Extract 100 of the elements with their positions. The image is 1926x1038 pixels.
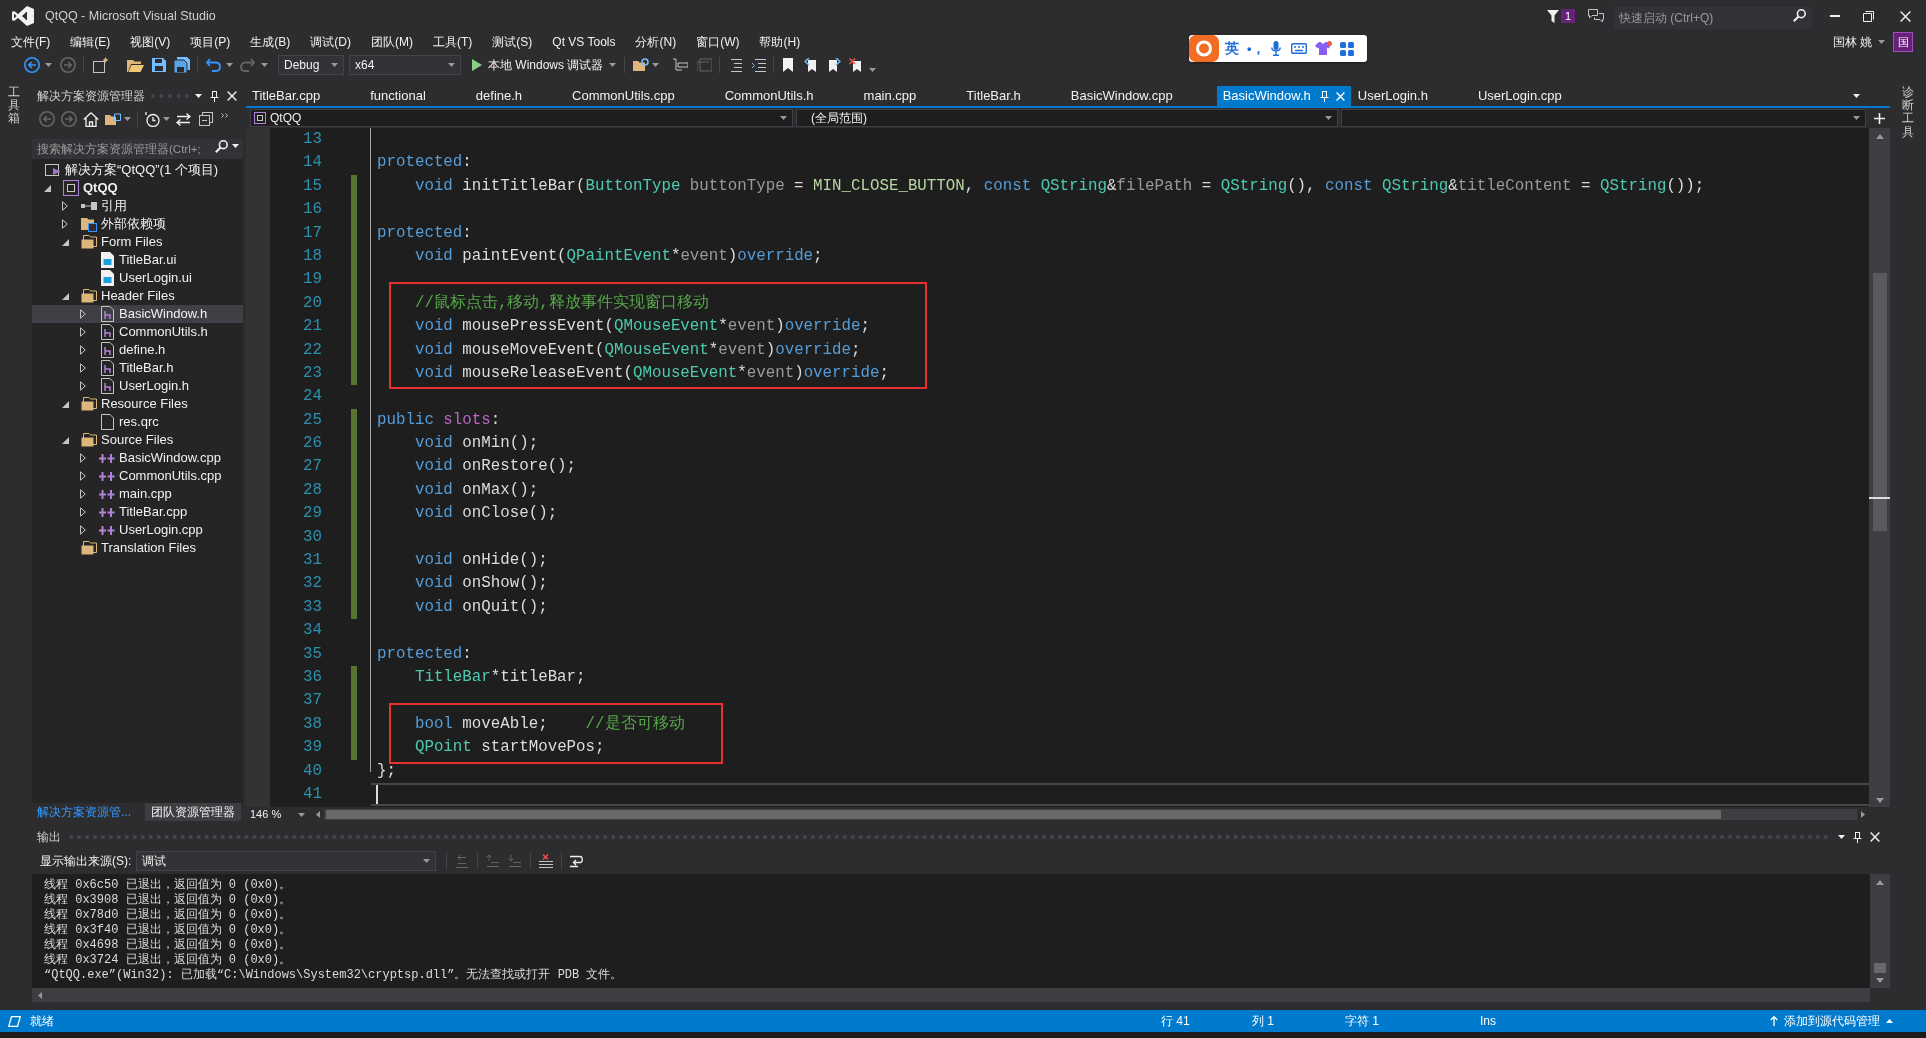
menu-item[interactable]: 文件(F): [1, 32, 61, 52]
menu-item[interactable]: 项目(P): [180, 32, 241, 52]
previous-bookmark-icon[interactable]: [804, 58, 819, 72]
shirt-icon[interactable]: [1314, 41, 1332, 56]
play-icon[interactable]: [472, 59, 482, 71]
tree-item[interactable]: main.cpp: [75, 485, 176, 503]
editor-tab[interactable]: TitleBar.cpp: [246, 86, 327, 106]
editor-tab[interactable]: CommonUtils.cpp: [566, 86, 681, 106]
search-icon[interactable]: [1793, 9, 1806, 22]
tree-item[interactable]: CommonUtils.h: [75, 323, 212, 341]
editor-tab[interactable]: functional: [364, 86, 432, 106]
new-project-icon[interactable]: [93, 57, 109, 73]
collapse-all-icon[interactable]: [199, 112, 213, 126]
scroll-right-icon[interactable]: [1861, 811, 1865, 818]
tree-item[interactable]: BasicWindow.h: [32, 305, 243, 323]
scrollbar-thumb[interactable]: [1872, 273, 1887, 531]
overflow-icon[interactable]: [221, 112, 228, 118]
search-icon[interactable]: [215, 139, 228, 153]
save-icon[interactable]: [152, 58, 166, 72]
scope-dropdown[interactable]: (全局范围): [796, 109, 1338, 127]
folder-search-icon[interactable]: [633, 57, 650, 73]
scroll-left-icon[interactable]: [316, 811, 320, 818]
clock-icon[interactable]: [145, 111, 160, 127]
caret-icon[interactable]: [869, 68, 877, 72]
zoom-dropdown[interactable]: 146 %: [246, 807, 308, 822]
bookmark-icon[interactable]: [783, 58, 794, 72]
panel-tab[interactable]: 解决方案资源管...: [32, 803, 139, 821]
pin-icon[interactable]: [210, 90, 219, 102]
keyboard-icon[interactable]: [1290, 43, 1307, 54]
account-name[interactable]: 国林 姚: [1832, 33, 1872, 51]
toolbox-tab[interactable]: 工具箱: [7, 86, 20, 126]
caret-icon[interactable]: [652, 63, 660, 67]
tree-item[interactable]: Header Files: [57, 287, 179, 305]
undo-icon[interactable]: [206, 58, 221, 72]
scroll-down-icon[interactable]: [1876, 978, 1884, 983]
clear-bookmarks-icon[interactable]: [849, 58, 864, 72]
project-dropdown[interactable]: QtQQ: [250, 109, 793, 127]
tree-item[interactable]: BasicWindow.cpp: [75, 449, 225, 467]
tree-item[interactable]: Source Files: [57, 431, 178, 449]
expanded-arrow-icon[interactable]: [61, 436, 69, 444]
editor-tab[interactable]: UserLogin.cpp: [1471, 86, 1568, 106]
menu-item[interactable]: 生成(B): [240, 32, 301, 52]
indent-lines-icon[interactable]: [752, 58, 767, 72]
editor-tab[interactable]: TitleBar.h: [960, 86, 1027, 106]
output-source-dropdown[interactable]: 调试: [136, 851, 437, 871]
word-wrap-icon[interactable]: [570, 854, 586, 868]
quick-launch-field[interactable]: 快速启动 (Ctrl+Q): [1614, 7, 1812, 29]
microphone-icon[interactable]: [1270, 41, 1281, 56]
caret-icon[interactable]: [298, 812, 305, 817]
notification-badge[interactable]: 1: [1561, 9, 1575, 23]
next-bookmark-icon[interactable]: [827, 58, 842, 72]
tree-item[interactable]: UserLogin.ui: [75, 269, 196, 287]
close-icon[interactable]: [1870, 832, 1880, 842]
back-icon[interactable]: [24, 57, 40, 73]
platform-dropdown[interactable]: x64: [349, 55, 461, 75]
start-debugging-button[interactable]: 本地 Windows 调试器: [469, 55, 620, 75]
caret-icon[interactable]: [1838, 835, 1845, 839]
caret-icon[interactable]: [1878, 40, 1885, 44]
caret-icon[interactable]: [232, 144, 239, 148]
swap-arrows-icon[interactable]: [176, 112, 191, 126]
menu-item[interactable]: 团队(M): [361, 32, 423, 52]
tree-item[interactable]: Resource Files: [57, 395, 192, 413]
caret-icon[interactable]: [780, 116, 787, 120]
expanded-arrow-icon[interactable]: [61, 400, 69, 408]
menu-item[interactable]: 编辑(E): [60, 32, 121, 52]
caret-icon[interactable]: [195, 94, 202, 98]
expanded-arrow-icon[interactable]: [61, 238, 69, 246]
punctuation-mode-indicator[interactable]: •，: [1247, 38, 1265, 59]
clear-all-icon[interactable]: [539, 854, 554, 868]
menu-item[interactable]: 测试(S): [482, 32, 543, 52]
scrollbar-thumb[interactable]: [1874, 963, 1886, 973]
ime-logo-icon[interactable]: [1189, 35, 1219, 62]
scroll-up-icon[interactable]: [1875, 134, 1884, 139]
caret-icon[interactable]: [1853, 116, 1860, 120]
tree-item[interactable]: 引用: [57, 197, 131, 215]
configuration-dropdown[interactable]: Debug: [278, 55, 344, 75]
tree-item[interactable]: UserLogin.cpp: [75, 521, 207, 539]
plus-icon[interactable]: [1874, 112, 1885, 124]
restore-icon[interactable]: [1863, 10, 1874, 22]
editor-tab[interactable]: define.h: [469, 86, 529, 106]
save-all-icon[interactable]: [174, 57, 190, 73]
tree-item[interactable]: TitleBar.h: [75, 359, 178, 377]
tree-item[interactable]: 外部依赖项: [57, 215, 170, 233]
folder-window-icon[interactable]: [105, 111, 121, 127]
caret-icon[interactable]: [609, 63, 617, 67]
close-icon[interactable]: [1900, 10, 1911, 22]
expanded-arrow-icon[interactable]: [43, 184, 51, 192]
tree-item[interactable]: Form Files: [57, 233, 167, 251]
tree-item[interactable]: res.qrc: [75, 413, 163, 431]
menu-item[interactable]: 帮助(H): [749, 32, 811, 52]
scroll-up-icon[interactable]: [1876, 880, 1884, 885]
caret-icon[interactable]: [1325, 116, 1332, 120]
pin-icon[interactable]: [1853, 831, 1862, 843]
search-field[interactable]: 搜索解决方案资源管理器(Ctrl+;: [32, 139, 243, 159]
tree-item[interactable]: Translation Files: [57, 539, 200, 557]
caret-icon[interactable]: [1853, 94, 1860, 98]
menu-item[interactable]: 视图(V): [120, 32, 181, 52]
diagnostic-tools-tab[interactable]: 诊断工具: [1902, 86, 1914, 139]
text-lines-icon[interactable]: [728, 58, 743, 72]
caret-icon[interactable]: [261, 63, 268, 67]
